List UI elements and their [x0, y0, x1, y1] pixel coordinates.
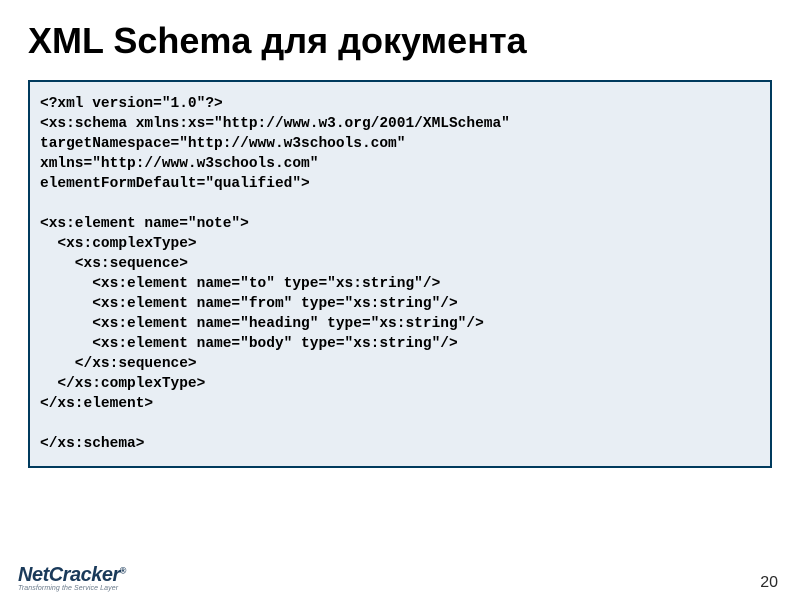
footer: NetCracker® Transforming the Service Lay… — [18, 564, 778, 592]
logo-main: NetCracker® — [18, 564, 126, 587]
logo-tagline: Transforming the Service Layer — [18, 585, 126, 592]
code-content: <?xml version="1.0"?> <xs:schema xmlns:x… — [40, 94, 760, 454]
logo-text: NetCracker — [18, 564, 120, 586]
slide-title: XML Schema для документа — [0, 0, 800, 62]
logo: NetCracker® Transforming the Service Lay… — [18, 564, 126, 592]
logo-registered: ® — [120, 565, 126, 575]
code-block: <?xml version="1.0"?> <xs:schema xmlns:x… — [28, 80, 772, 468]
page-number: 20 — [760, 574, 778, 592]
